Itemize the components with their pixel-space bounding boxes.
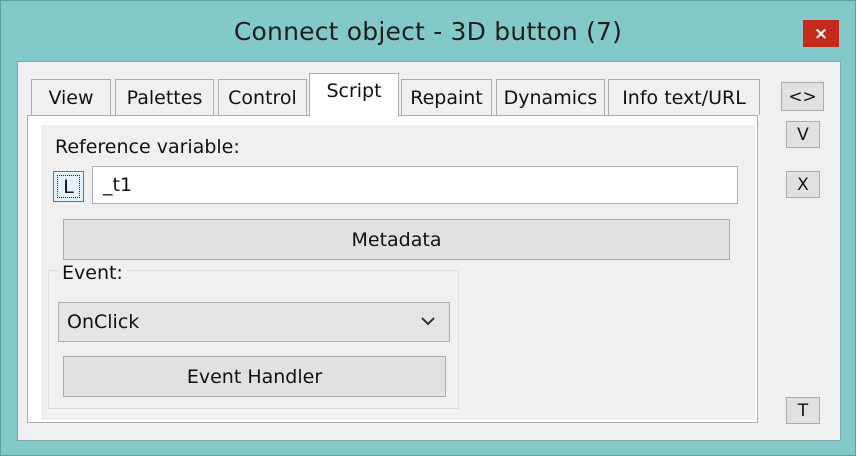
event-selected-value: OnClick [67,311,140,333]
tab-label: Palettes [126,86,203,109]
tab-control[interactable]: Control [218,79,307,115]
tab-palettes[interactable]: Palettes [115,79,214,115]
tab-label: View [48,86,94,109]
tab-label: Dynamics [503,86,598,109]
tab-label: Info text/URL [622,86,746,109]
tab-label: Repaint [410,86,483,109]
metadata-button[interactable]: Metadata [63,219,730,260]
swap-button-label: <> [788,86,817,107]
l-button-label: L [63,175,74,198]
swap-button[interactable]: <> [781,82,824,111]
reference-variable-input[interactable]: _t1 [92,166,738,204]
tab-dynamics[interactable]: Dynamics [496,79,605,115]
local-variable-button[interactable]: L [53,171,84,202]
v-button-label: V [797,124,809,145]
t-button-label: T [797,400,809,421]
x-button[interactable]: X [786,171,820,198]
reference-variable-value: _t1 [103,174,133,196]
window-title: Connect object - 3D button (7) [233,17,623,46]
tab-view[interactable]: View [31,79,111,115]
event-select[interactable]: OnClick [58,302,450,342]
event-group-label: Event: [58,262,127,284]
tab-script[interactable]: Script [309,73,399,117]
t-button[interactable]: T [786,397,820,424]
v-button[interactable]: V [786,121,820,148]
tab-info-text-url[interactable]: Info text/URL [608,79,760,115]
close-button[interactable]: × [803,20,839,47]
title-bar[interactable]: Connect object - 3D button (7) × [1,1,855,61]
chevron-down-icon [421,317,435,326]
metadata-button-label: Metadata [351,228,442,251]
close-icon: × [813,23,829,44]
tab-label: Control [228,86,297,109]
tab-repaint[interactable]: Repaint [401,79,492,115]
event-handler-button-label: Event Handler [186,365,323,388]
reference-variable-label: Reference variable: [55,136,240,158]
x-button-label: X [797,174,809,195]
event-handler-button[interactable]: Event Handler [63,356,446,397]
tab-label: Script [326,80,382,102]
